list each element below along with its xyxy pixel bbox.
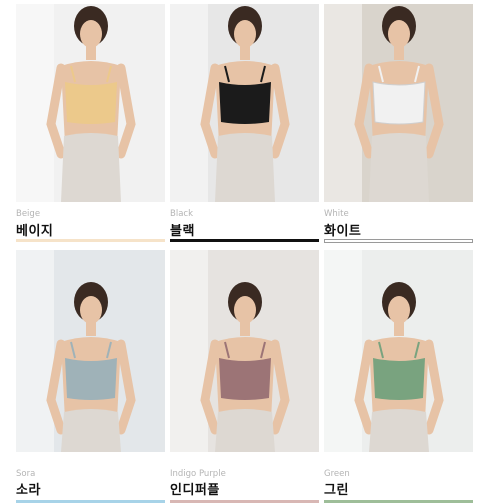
crop-top <box>219 358 271 400</box>
right-arm <box>270 63 290 159</box>
color-swatch-bar <box>324 239 473 243</box>
neck <box>394 46 404 60</box>
window-light <box>170 4 208 202</box>
color-card-white[interactable]: White 화이트 <box>324 4 473 246</box>
color-card-beige[interactable]: Beige 베이지 <box>16 4 165 246</box>
neck <box>86 46 96 60</box>
product-photo <box>16 4 165 202</box>
crop-top <box>65 82 117 124</box>
color-card-sora[interactable]: Sora 소라 <box>16 246 165 503</box>
right-arm <box>424 63 444 159</box>
product-photo <box>324 250 473 452</box>
color-card-green[interactable]: Green 그린 <box>324 246 473 503</box>
crop-top <box>65 358 117 400</box>
window-light <box>324 4 362 202</box>
color-name-english: Black <box>170 209 193 219</box>
crop-top <box>219 82 271 124</box>
product-photo <box>324 4 473 202</box>
face <box>234 20 256 48</box>
leggings <box>61 409 121 452</box>
product-color-grid: Beige 베이지 Black 블랙 White 화이트 Sora 소라 Ind… <box>16 4 474 503</box>
leggings <box>215 409 275 452</box>
model-illustration <box>170 4 290 202</box>
color-name-korean: 화이트 <box>324 224 362 239</box>
color-name-korean: 인디퍼플 <box>170 483 220 498</box>
neck <box>86 322 96 336</box>
color-name-english: Beige <box>16 209 41 219</box>
face <box>80 20 102 48</box>
product-photo <box>170 4 319 202</box>
face <box>80 296 102 324</box>
face <box>234 296 256 324</box>
window-light <box>324 250 362 452</box>
model-illustration <box>170 250 290 452</box>
leggings <box>61 133 121 202</box>
leggings <box>215 133 275 202</box>
color-swatch-bar <box>16 239 165 242</box>
window-light <box>16 250 54 452</box>
color-name-english: Green <box>324 469 350 479</box>
neck <box>240 322 250 336</box>
model-illustration <box>16 4 136 202</box>
color-name-korean: 블랙 <box>170 224 195 239</box>
color-name-english: Sora <box>16 469 36 479</box>
leggings <box>369 133 429 202</box>
color-name-english: White <box>324 209 349 219</box>
color-card-indigo-purple[interactable]: Indigo Purple 인디퍼플 <box>170 246 319 503</box>
crop-top <box>373 358 425 400</box>
neck <box>240 46 250 60</box>
product-photo <box>16 250 165 452</box>
window-light <box>16 4 54 202</box>
right-arm <box>116 339 136 435</box>
model-illustration <box>16 250 136 452</box>
color-card-black[interactable]: Black 블랙 <box>170 4 319 246</box>
color-name-english: Indigo Purple <box>170 469 226 479</box>
product-photo <box>170 250 319 452</box>
face <box>388 296 410 324</box>
color-name-korean: 소라 <box>16 483 41 498</box>
color-name-korean: 그린 <box>324 483 349 498</box>
face <box>388 20 410 48</box>
neck <box>394 322 404 336</box>
leggings <box>369 409 429 452</box>
right-arm <box>424 339 444 435</box>
model-illustration <box>324 250 444 452</box>
crop-top <box>372 81 426 125</box>
right-arm <box>116 63 136 159</box>
window-light <box>170 250 208 452</box>
color-swatch-bar <box>170 239 319 242</box>
color-name-korean: 베이지 <box>16 224 54 239</box>
model-illustration <box>324 4 444 202</box>
right-arm <box>270 339 290 435</box>
